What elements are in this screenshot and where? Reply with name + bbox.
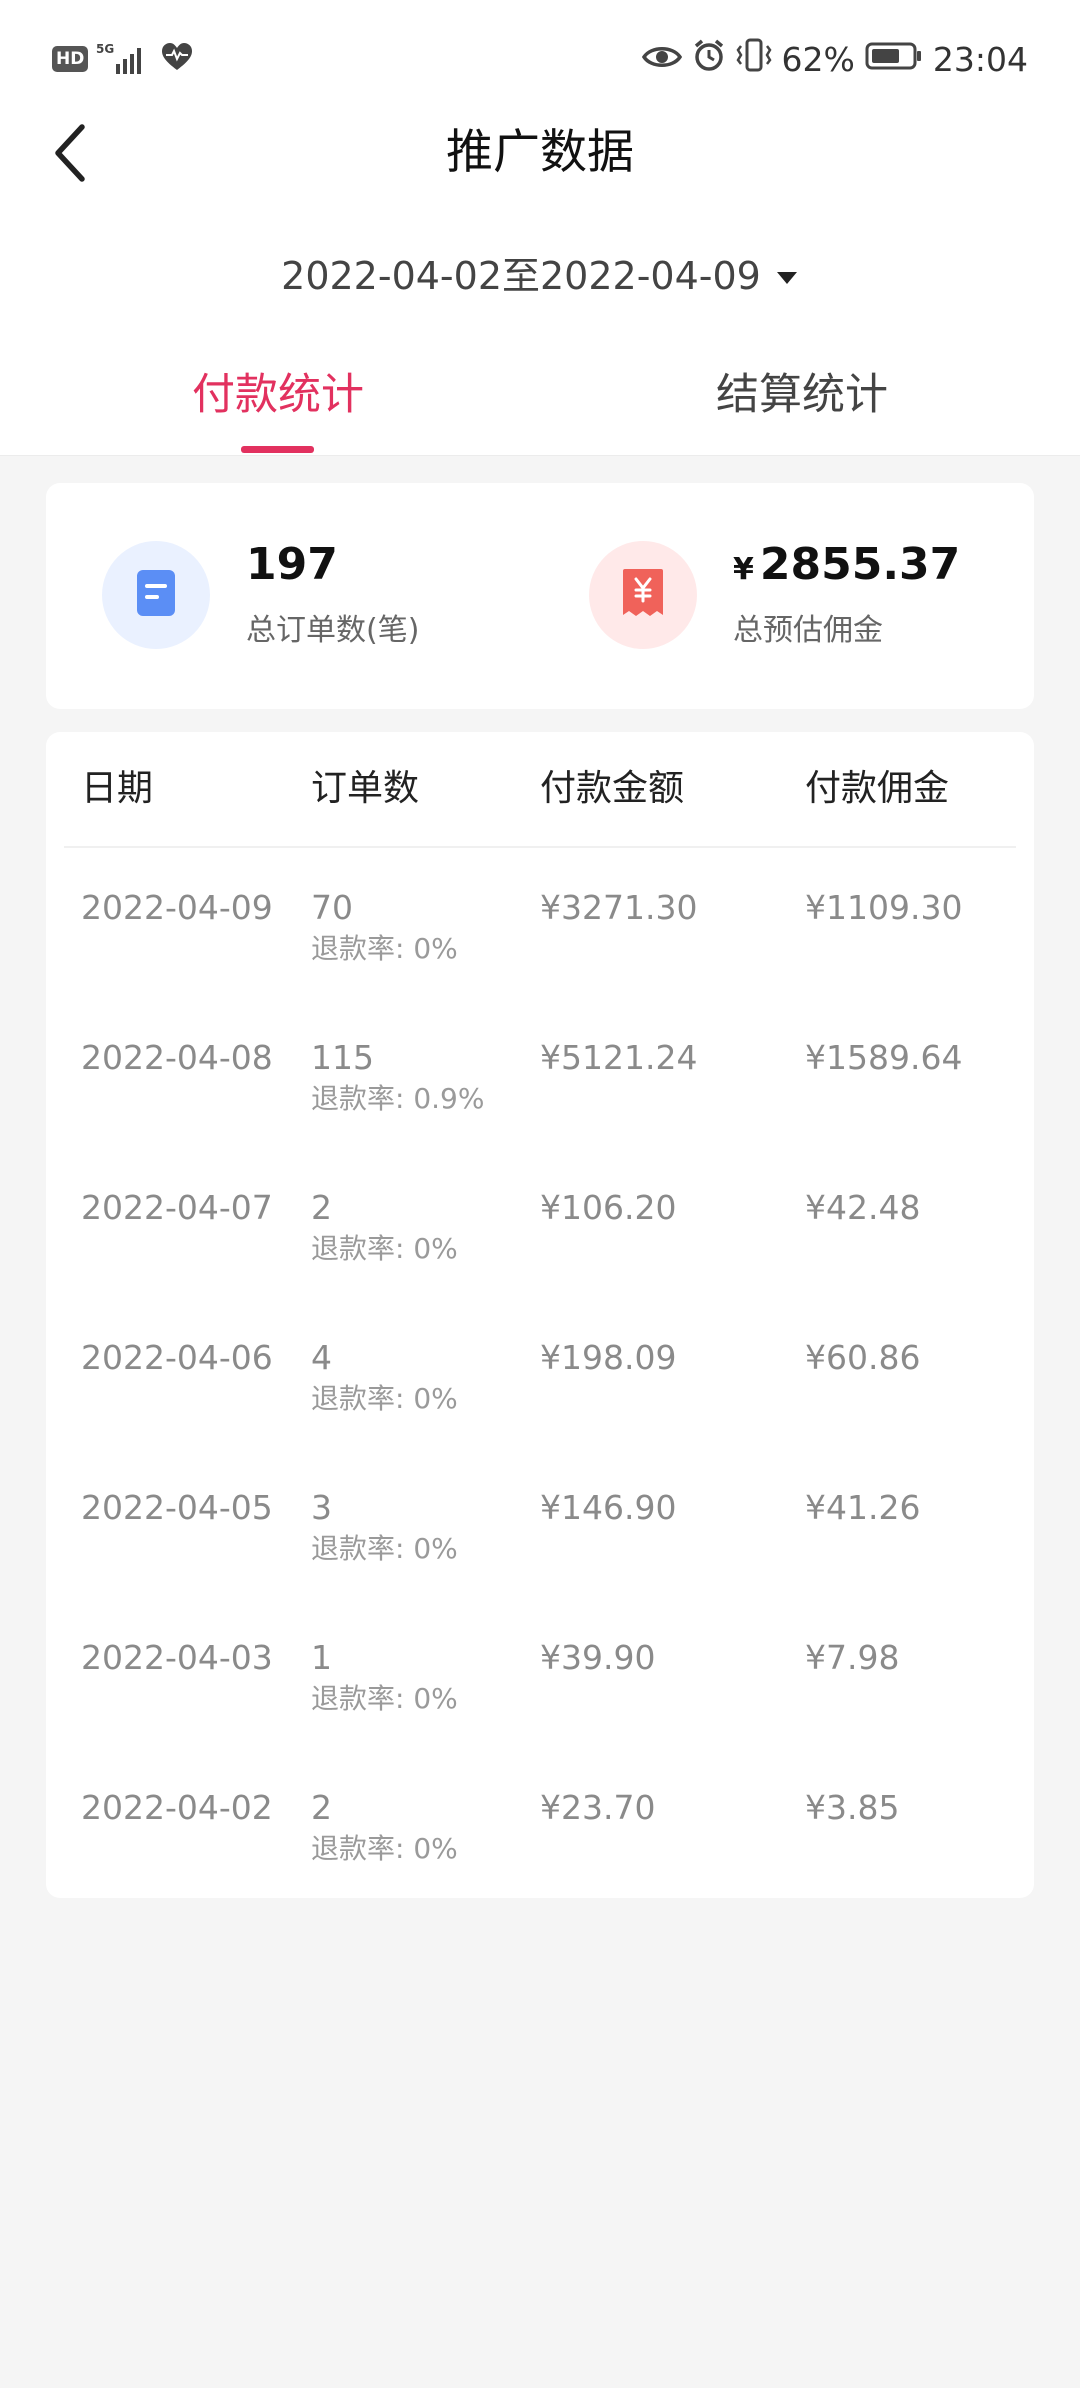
row-commission: ¥1589.64	[805, 1038, 963, 1077]
currency-symbol: ¥	[733, 552, 754, 587]
row-amount: ¥5121.24	[540, 1038, 698, 1077]
row-date: 2022-04-05	[81, 1488, 273, 1527]
row-amount: ¥23.70	[540, 1788, 656, 1827]
table-row[interactable]: 2022-04-07 2 退款率: 0% ¥106.20 ¥42.48	[46, 1148, 1034, 1298]
battery-icon	[865, 40, 923, 79]
row-commission: ¥3.85	[805, 1788, 900, 1827]
total-orders-label: 总订单数(笔)	[246, 613, 420, 648]
row-date: 2022-04-09	[81, 888, 273, 927]
row-refund-rate: 退款率: 0%	[311, 1682, 458, 1715]
header-orders: 订单数	[311, 768, 420, 809]
total-orders-value: 197	[246, 539, 338, 590]
row-orders: 3	[311, 1488, 332, 1527]
eye-icon	[641, 40, 682, 79]
summary-commission: ¥2855.37 总预估佣金	[533, 483, 1013, 709]
header-payment-amount: 付款金额	[540, 768, 685, 809]
table-row[interactable]: 2022-04-09 70 退款率: 0% ¥3271.30 ¥1109.30	[46, 848, 1034, 998]
row-amount: ¥3271.30	[540, 888, 698, 927]
row-orders: 4	[311, 1338, 332, 1377]
row-amount: ¥106.20	[540, 1188, 677, 1227]
row-refund-rate: 退款率: 0%	[311, 1382, 458, 1415]
network-type-label: 5G	[96, 42, 114, 56]
row-orders: 70	[311, 888, 353, 927]
table-body: 2022-04-09 70 退款率: 0% ¥3271.30 ¥1109.30 …	[46, 848, 1034, 1898]
hd-badge: HD	[52, 46, 89, 72]
row-refund-rate: 退款率: 0%	[311, 1232, 458, 1265]
total-commission-amount: 2855.37	[759, 539, 961, 590]
row-commission: ¥60.86	[805, 1338, 921, 1377]
heart-health-icon	[160, 42, 194, 76]
orders-icon-circle	[102, 541, 210, 649]
row-amount: ¥146.90	[540, 1488, 677, 1527]
row-amount: ¥198.09	[540, 1338, 677, 1377]
status-bar: HD 5G 62% 23:04	[0, 30, 1080, 90]
status-bar-right: 62% 23:04	[641, 38, 1028, 80]
row-date: 2022-04-07	[81, 1188, 273, 1227]
row-orders: 115	[311, 1038, 374, 1077]
alarm-icon	[692, 38, 726, 80]
row-refund-rate: 退款率: 0%	[311, 1532, 458, 1565]
active-tab-indicator	[241, 446, 314, 453]
row-commission: ¥42.48	[805, 1188, 921, 1227]
row-refund-rate: 退款率: 0%	[311, 932, 458, 965]
header-date: 日期	[81, 768, 154, 809]
row-date: 2022-04-02	[81, 1788, 273, 1827]
commission-icon-circle	[589, 541, 697, 649]
battery-percent: 62%	[781, 39, 855, 79]
total-commission-label: 总预估佣金	[733, 613, 883, 648]
table-row[interactable]: 2022-04-03 1 退款率: 0% ¥39.90 ¥7.98	[46, 1598, 1034, 1748]
row-commission: ¥7.98	[805, 1638, 900, 1677]
row-commission: ¥41.26	[805, 1488, 921, 1527]
vibrate-icon	[736, 38, 772, 80]
table-row[interactable]: 2022-04-02 2 退款率: 0% ¥23.70 ¥3.85	[46, 1748, 1034, 1898]
table-row[interactable]: 2022-04-05 3 退款率: 0% ¥146.90 ¥41.26	[46, 1448, 1034, 1598]
row-date: 2022-04-08	[81, 1038, 273, 1077]
clock-time: 23:04	[932, 39, 1028, 79]
signal-icon: 5G	[96, 42, 152, 76]
row-commission: ¥1109.30	[805, 888, 963, 927]
receipt-yen-icon	[621, 567, 665, 623]
row-refund-rate: 退款率: 0%	[311, 1832, 458, 1865]
row-orders: 2	[311, 1788, 332, 1827]
row-orders: 2	[311, 1188, 332, 1227]
summary-card: 197 总订单数(笔) ¥2855.37 总预估佣金	[46, 483, 1034, 709]
status-bar-left: HD 5G	[52, 42, 194, 76]
table-header: 日期 订单数 付款金额 付款佣金	[64, 732, 1016, 848]
caret-down-icon	[775, 251, 799, 295]
row-amount: ¥39.90	[540, 1638, 656, 1677]
stats-tabs: 付款统计 结算统计	[0, 350, 1080, 455]
table-row[interactable]: 2022-04-08 115 退款率: 0.9% ¥5121.24 ¥1589.…	[46, 998, 1034, 1148]
document-icon	[135, 568, 177, 622]
tab-payment-stats[interactable]: 付款统计	[98, 350, 458, 440]
tab-settlement-stats[interactable]: 结算统计	[622, 350, 982, 440]
stats-table: 日期 订单数 付款金额 付款佣金 2022-04-09 70 退款率: 0% ¥…	[46, 732, 1034, 1898]
row-orders: 1	[311, 1638, 332, 1677]
total-commission-value: ¥2855.37	[733, 535, 960, 600]
header-payment-commission: 付款佣金	[805, 768, 950, 809]
date-range-label: 2022-04-02至2022-04-09	[281, 254, 761, 298]
row-date: 2022-04-06	[81, 1338, 273, 1377]
page-title: 推广数据	[446, 125, 634, 180]
summary-orders: 197 总订单数(笔)	[46, 483, 526, 709]
top-section: HD 5G 62% 23:04 推广数据 2022-04-02至2022-04-…	[0, 0, 1080, 456]
table-row[interactable]: 2022-04-06 4 退款率: 0% ¥198.09 ¥60.86	[46, 1298, 1034, 1448]
row-date: 2022-04-03	[81, 1638, 273, 1677]
date-range-selector[interactable]: 2022-04-02至2022-04-09	[0, 245, 1080, 300]
row-refund-rate: 退款率: 0.9%	[311, 1082, 485, 1115]
